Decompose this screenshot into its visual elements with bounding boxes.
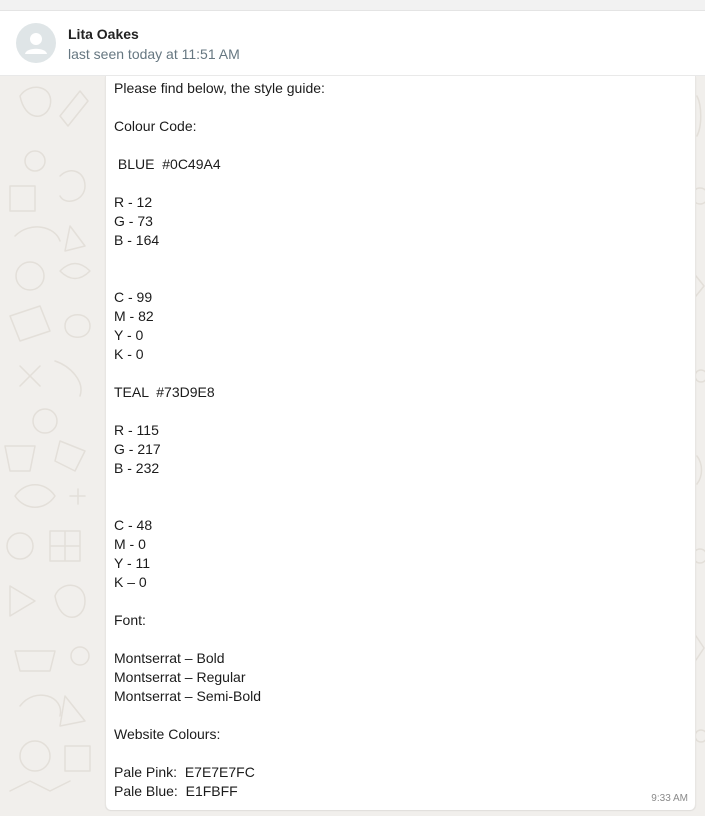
chat-area[interactable]: Please find below, the style guide: Colou… [0,76,705,816]
message-line: Pale Blue: E1FBFF [114,783,238,799]
message-line [114,706,684,725]
message-line [114,478,684,497]
message-line: K - 0 [114,346,144,362]
message-line [114,744,684,763]
message-line [114,630,684,649]
message-line: M - 82 [114,308,154,324]
message-line: B - 164 [114,232,160,248]
message-line: R - 12 [114,194,153,210]
message-line [114,269,684,288]
message-line [114,364,684,383]
message-line: C - 48 [114,517,153,533]
top-strip [0,0,705,11]
message-line [114,250,684,269]
message-line: C - 99 [114,289,153,305]
message-timestamp: 9:33 AM [651,793,688,804]
last-seen-status: last seen today at 11:51 AM [68,46,240,62]
message-line: K – 0 [114,574,147,590]
message-line [114,98,684,117]
message-line [114,136,684,155]
contact-name[interactable]: Lita Oakes [68,26,139,42]
message-line: Pale Pink: E7E7E7FC [114,764,255,780]
message-line: Colour Code: [114,118,197,134]
message-line: Website Colours: [114,726,221,742]
message-line: Y - 0 [114,327,144,343]
message-line: Montserrat – Regular [114,669,246,685]
message-line: G - 73 [114,213,153,229]
message-line: M - 0 [114,536,146,552]
message-line [114,402,684,421]
message-line: Montserrat – Semi-Bold [114,688,262,704]
message-line: TEAL #73D9E8 [114,384,215,400]
message-line [114,592,684,611]
message-line: B - 232 [114,460,160,476]
message-line: Please find below, the style guide: [114,80,325,96]
message-line: Y - 11 [114,555,151,571]
message-line [114,497,684,516]
contact-avatar-icon[interactable] [16,23,56,63]
message-text: Please find below, the style guide: Colou… [114,79,684,801]
chat-header[interactable]: Lita Oakes last seen today at 11:51 AM [0,11,705,76]
message-line: Montserrat – Bold [114,650,225,666]
message-line [114,174,684,193]
message-line: G - 217 [114,441,161,457]
message-line: Font: [114,612,146,628]
message-line: BLUE #0C49A4 [114,156,221,172]
message-line: R - 115 [114,422,159,438]
message-bubble[interactable]: Please find below, the style guide: Colou… [105,76,696,810]
